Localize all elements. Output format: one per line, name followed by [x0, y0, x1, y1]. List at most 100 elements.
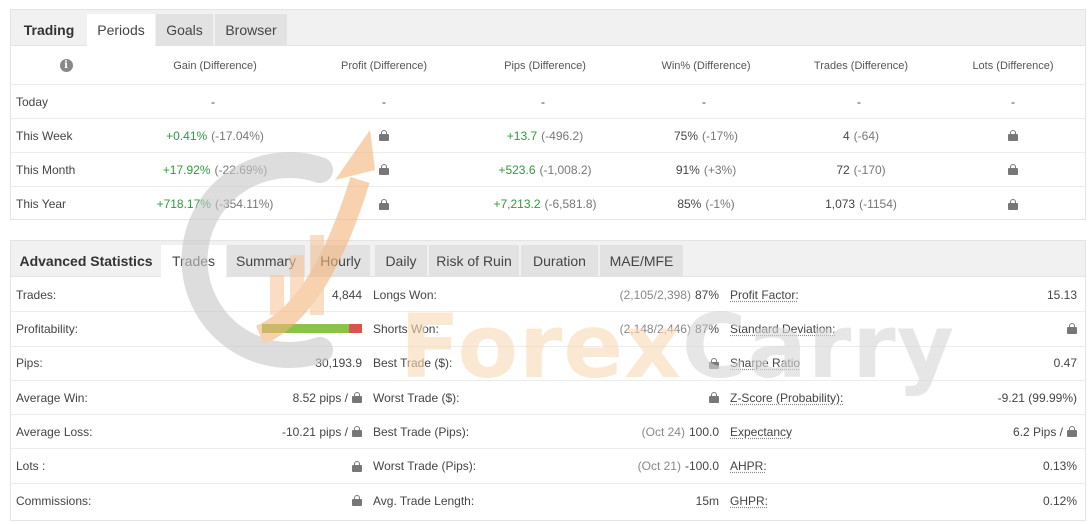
stat-detail: (2,148/2,446) [619, 321, 691, 336]
lots-cell [931, 119, 1092, 152]
tab-trades[interactable]: Trades [161, 245, 226, 278]
lock-icon[interactable] [379, 130, 389, 141]
trades-cell: 72 (-170) [791, 153, 931, 186]
period-row: This Month +17.92% (-22.69%) +523.6 (-1,008.… [11, 153, 1085, 187]
stat-value-cell [1063, 312, 1077, 345]
gain-value: +718.17% [156, 197, 211, 211]
gain-value: +17.92% [162, 162, 211, 177]
trading-tabbar: Trading Periods Goals Browser [11, 10, 1085, 47]
profit-header: Profit (Difference) [341, 59, 427, 72]
stat-label: Lots : [16, 459, 46, 474]
stat-label-link[interactable]: Z-Score (Probability): [730, 381, 843, 414]
stat-label: Longs Won: [373, 287, 437, 302]
stat-value: 0.13% [1042, 459, 1077, 474]
trades-difference: (-64) [853, 128, 880, 143]
gain-value: - [211, 94, 215, 109]
stat-row: Lots : Worst Trade (Pips): (Oct 21) -100.0 A… [11, 449, 1085, 484]
periods-table: i Gain (Difference) Profit (Difference) … [11, 47, 1085, 221]
info-icon[interactable]: i [59, 59, 73, 72]
pips-value: - [541, 94, 545, 109]
stat-label-link[interactable]: Expectancy [730, 415, 792, 448]
win-difference: (-17%) [702, 128, 739, 143]
tab-trading[interactable]: Trading [11, 14, 87, 46]
trades-value: - [857, 94, 861, 109]
stat-detail: (Oct 24) [641, 424, 685, 439]
profitability-bar [262, 324, 362, 334]
lock-icon[interactable] [352, 392, 362, 404]
stat-value-cell [348, 484, 362, 518]
gain-difference: (-22.69%) [214, 162, 268, 177]
tab-browser[interactable]: Browser [215, 14, 287, 46]
lock-icon[interactable] [1067, 426, 1077, 438]
tab-advanced-statistics[interactable]: Advanced Statistics [11, 245, 161, 277]
stat-value-cell [705, 381, 719, 414]
stat-label-link[interactable]: Sharpe Ratio [730, 347, 800, 380]
lock-icon[interactable] [379, 198, 389, 210]
lock-icon[interactable] [1008, 164, 1018, 175]
stat-label: Profitability: [16, 321, 79, 336]
stat-label: Shorts Won: [373, 321, 439, 336]
stat-value-cell: 0.47 [1054, 347, 1077, 380]
stat-label-link[interactable]: GHPR: [730, 484, 768, 518]
tab-daily[interactable]: Daily [375, 245, 427, 277]
stat-value-cell: -10.21 pips / [282, 415, 362, 448]
stat-label-link[interactable]: Profit Factor: [730, 278, 799, 311]
period-row: This Year +718.17% (-354.11%) +7,213.2 (-6,5… [11, 187, 1085, 221]
profit-value: - [382, 94, 386, 109]
stat-value: 0.47 [1053, 356, 1077, 371]
lock-icon[interactable] [352, 426, 362, 438]
period-row: This Week +0.41% (-17.04%) +13.7 (-496.2) 75%… [11, 119, 1085, 153]
win-value: 75% [673, 128, 698, 143]
lock-icon[interactable] [1008, 130, 1018, 141]
stat-value: 4,844 [331, 287, 362, 302]
lock-icon[interactable] [709, 357, 719, 369]
lock-icon[interactable] [379, 164, 389, 175]
trades-cell: 1,073 (-1154) [791, 187, 931, 221]
stat-label: Average Win: [16, 390, 88, 405]
stat-label-link[interactable]: AHPR: [730, 449, 767, 482]
pips-cell: +13.7 (-496.2) [469, 119, 621, 152]
tab-duration[interactable]: Duration [521, 245, 598, 277]
tab-risk-of-ruin[interactable]: Risk of Ruin [429, 245, 519, 277]
pips-cell: +523.6 (-1,008.2) [469, 153, 621, 186]
lock-icon[interactable] [709, 392, 719, 404]
tab-periods[interactable]: Periods [87, 14, 155, 47]
win-cell: - [621, 85, 791, 118]
lots-cell [931, 153, 1092, 186]
lock-icon[interactable] [352, 460, 362, 472]
period-label: This Month [16, 162, 76, 177]
stat-value-cell: (Oct 21) -100.0 [638, 449, 719, 482]
stat-value-cell: (Oct 24) 100.0 [642, 415, 719, 448]
stat-label-link[interactable]: Standard Deviation: [730, 312, 835, 345]
gain-difference: (-354.11%) [214, 197, 274, 211]
lock-icon[interactable] [352, 495, 362, 507]
stat-row: Profitability: Shorts Won: (2,148/2,446) 87… [11, 312, 1085, 347]
stat-value: 87% [694, 287, 719, 302]
win-difference: (-1%) [705, 197, 735, 211]
trades-cell: - [791, 85, 931, 118]
stat-label: Pips: [16, 356, 43, 371]
stat-value: 15.13 [1046, 287, 1077, 302]
stat-value: 8.52 pips / [292, 390, 348, 405]
stat-detail: (2,105/2,398) [619, 287, 691, 302]
pips-value: +13.7 [506, 128, 538, 143]
lock-icon[interactable] [1067, 323, 1077, 335]
stat-label: Best Trade (Pips): [373, 424, 470, 439]
win-header: Win% (Difference) [661, 59, 751, 72]
pips-difference: (-496.2) [541, 128, 584, 143]
profit-cell [299, 187, 469, 221]
stat-value: -100.0 [684, 459, 719, 474]
lots-header: Lots (Difference) [972, 59, 1054, 72]
lock-icon[interactable] [1008, 198, 1018, 210]
tab-summary[interactable]: Summary [227, 245, 305, 277]
stat-value-cell: 6.2 Pips / [1013, 415, 1077, 448]
tab-goals[interactable]: Goals [156, 14, 213, 46]
trades-cell: 4 (-64) [791, 119, 931, 152]
win-value: 85% [677, 197, 702, 211]
win-cell: 85% (-1%) [621, 187, 791, 221]
period-row: Today - - - - - - [11, 85, 1085, 119]
tab-hourly[interactable]: Hourly [311, 245, 370, 277]
stat-value: 0.12% [1042, 493, 1077, 508]
stat-value-cell: 0.13% [1043, 449, 1077, 482]
tab-mae-mfe[interactable]: MAE/MFE [600, 245, 683, 277]
